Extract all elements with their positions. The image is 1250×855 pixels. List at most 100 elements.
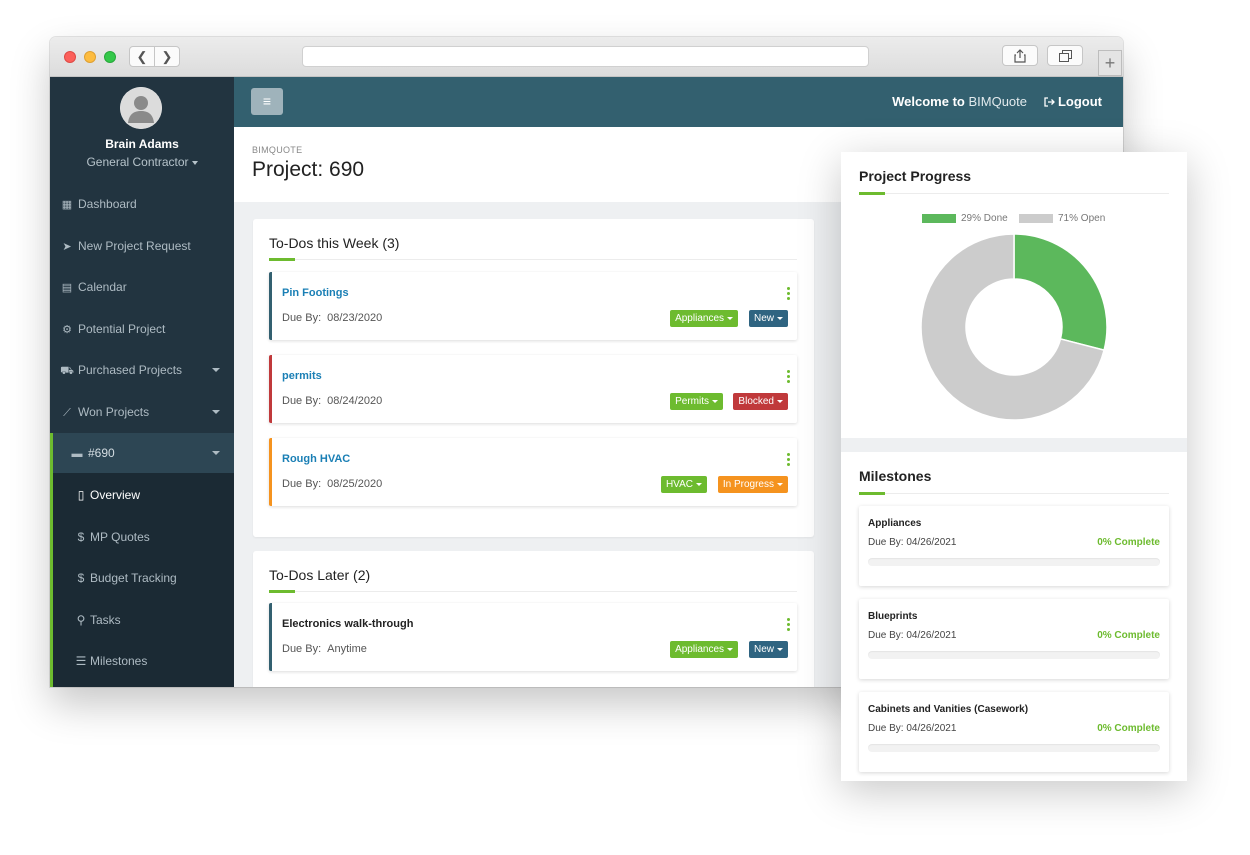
user-role-label: General Contractor bbox=[86, 155, 189, 169]
milestone-progress-bar bbox=[868, 651, 1160, 659]
minimize-window-button[interactable] bbox=[84, 51, 96, 63]
divider-accent bbox=[859, 192, 885, 195]
divider bbox=[859, 493, 1169, 494]
milestone-percent: 0% Complete bbox=[1097, 723, 1160, 734]
status-dropdown[interactable]: Blocked bbox=[733, 393, 788, 410]
sidebar-item-purchased-projects[interactable]: ⛟ Purchased Projects bbox=[50, 350, 234, 390]
project-submenu: ▯ Overview $ MP Quotes $ Budget Tracking ⚲ T… bbox=[50, 473, 234, 687]
category-dropdown[interactable]: Permits bbox=[670, 393, 723, 410]
category-dropdown[interactable]: HVAC bbox=[660, 476, 707, 493]
progress-donut-chart bbox=[920, 233, 1108, 421]
status-dropdown[interactable]: New bbox=[748, 641, 788, 658]
sliders-icon: ☰ bbox=[75, 654, 87, 668]
legend-item-open[interactable]: 71% Open bbox=[1019, 213, 1105, 225]
logout-label: Logout bbox=[1057, 94, 1102, 109]
forward-button[interactable]: ❯ bbox=[154, 46, 180, 67]
tabs-button[interactable] bbox=[1047, 45, 1083, 66]
milestone-card[interactable]: Cabinets and Vanities (Casework) Due By:… bbox=[859, 692, 1169, 772]
submenu-item-milestones[interactable]: ☰ Milestones bbox=[53, 641, 237, 681]
due-label: Due By: bbox=[282, 395, 322, 407]
category-dropdown[interactable]: Appliances bbox=[670, 641, 738, 658]
close-window-button[interactable] bbox=[64, 51, 76, 63]
milestone-title: Cabinets and Vanities (Casework) bbox=[868, 704, 1029, 715]
kebab-menu-icon[interactable] bbox=[787, 370, 790, 385]
rectangle-icon: ▯ bbox=[77, 488, 85, 502]
sidebar-item-label: Dashboard bbox=[78, 197, 137, 211]
logout-link[interactable]: Logout bbox=[1044, 94, 1102, 109]
plus-icon: + bbox=[1104, 53, 1116, 73]
sidebar-item-calendar[interactable]: ▤ Calendar bbox=[50, 267, 234, 307]
hamburger-icon: ≡ bbox=[262, 93, 272, 109]
submenu-item-overview[interactable]: ▯ Overview bbox=[53, 475, 237, 515]
new-tab-button[interactable]: + bbox=[1098, 50, 1122, 76]
status-dropdown[interactable]: In Progress bbox=[717, 476, 788, 493]
category-dropdown[interactable]: Appliances bbox=[670, 310, 738, 327]
page-title: Project: 690 bbox=[252, 158, 365, 181]
milestone-card[interactable]: Appliances Due By: 04/26/2021 0% Complet… bbox=[859, 506, 1169, 586]
sidebar-item-project-690[interactable]: ▬ #690 bbox=[50, 433, 234, 473]
kebab-menu-icon[interactable] bbox=[787, 287, 790, 302]
submenu-item-label: MP Quotes bbox=[90, 530, 150, 544]
todo-due: Due By: 08/24/2020 bbox=[282, 395, 382, 407]
todo-title-link[interactable]: permits bbox=[282, 370, 322, 382]
divider-accent bbox=[859, 492, 885, 495]
submenu-item-label: Budget Tracking bbox=[90, 571, 177, 585]
legend-label: 29% Done bbox=[961, 213, 1008, 224]
todo-title-link[interactable]: Pin Footings bbox=[282, 287, 349, 299]
kebab-menu-icon[interactable] bbox=[787, 453, 790, 468]
todo-item[interactable]: Electronics walk-through Due By: Anytime … bbox=[269, 603, 797, 671]
pushpin-icon: ⚲ bbox=[76, 613, 86, 627]
menu-toggle-button[interactable]: ≡ bbox=[251, 88, 283, 115]
sidebar-item-dashboard[interactable]: ▦ Dashboard bbox=[50, 184, 234, 224]
todo-item[interactable]: Pin Footings Due By: 08/23/2020 Appliance… bbox=[269, 272, 797, 340]
due-label: Due By: bbox=[282, 643, 322, 655]
caret-down-icon bbox=[191, 160, 198, 165]
submenu-item-mp-quotes[interactable]: $ MP Quotes bbox=[53, 517, 237, 557]
divider-accent bbox=[269, 590, 295, 593]
milestone-title: Blueprints bbox=[868, 611, 918, 622]
legend-swatch-open bbox=[1019, 213, 1053, 223]
kebab-menu-icon[interactable] bbox=[787, 618, 790, 633]
due-date: 08/23/2020 bbox=[327, 312, 383, 324]
avatar[interactable] bbox=[120, 87, 162, 129]
sidebar-item-potential-project[interactable]: ⚙ Potential Project bbox=[50, 309, 234, 349]
briefcase-icon: ▬ bbox=[71, 448, 83, 460]
milestone-title: Appliances bbox=[868, 518, 922, 529]
sidebar-item-label: Calendar bbox=[78, 280, 127, 294]
legend-label: 71% Open bbox=[1058, 213, 1106, 224]
todo-due: Due By: 08/25/2020 bbox=[282, 478, 382, 490]
user-role-dropdown[interactable]: General Contractor bbox=[50, 155, 234, 169]
todos-week-card: To-Dos this Week (3) Pin Footings Due By… bbox=[253, 219, 814, 537]
back-button[interactable]: ❮ bbox=[129, 46, 155, 67]
maximize-window-button[interactable] bbox=[104, 51, 116, 63]
todo-title-link[interactable]: Electronics walk-through bbox=[282, 618, 413, 630]
todo-title-link[interactable]: Rough HVAC bbox=[282, 453, 350, 465]
app-header: ≡ Welcome to BIMQuote Logout bbox=[234, 77, 1123, 127]
submenu-item-label: Tasks bbox=[90, 613, 121, 627]
submenu-item-budget-tracking[interactable]: $ Budget Tracking bbox=[53, 558, 237, 598]
milestone-card[interactable]: Blueprints Due By: 04/26/2021 0% Complet… bbox=[859, 599, 1169, 679]
dollar-icon: $ bbox=[77, 530, 85, 544]
status-dropdown[interactable]: New bbox=[748, 310, 788, 327]
sidebar-item-new-project-request[interactable]: ➤ New Project Request bbox=[50, 226, 234, 266]
todos-later-card: To-Dos Later (2) Electronics walk-throug… bbox=[253, 551, 814, 687]
card-title: To-Dos this Week (3) bbox=[269, 235, 400, 251]
breadcrumb[interactable]: BIMQUOTE bbox=[252, 145, 302, 155]
due-date: 08/25/2020 bbox=[327, 478, 383, 490]
caret-down-icon bbox=[212, 410, 220, 414]
todo-item[interactable]: Rough HVAC Due By: 08/25/2020 HVAC In Pro… bbox=[269, 438, 797, 506]
address-bar[interactable] bbox=[302, 46, 869, 67]
user-silhouette-icon bbox=[120, 87, 162, 129]
dollar-icon: $ bbox=[77, 571, 85, 585]
dashboard-icon: ▦ bbox=[61, 199, 73, 211]
todo-item[interactable]: permits Due By: 08/24/2020 Permits Blocke… bbox=[269, 355, 797, 423]
milestone-progress-bar bbox=[868, 744, 1160, 752]
submenu-item-tasks[interactable]: ⚲ Tasks bbox=[53, 600, 237, 640]
legend-item-done[interactable]: 29% Done bbox=[922, 213, 1008, 225]
browser-toolbar: ❮ ❯ bbox=[50, 37, 1123, 77]
sidebar-item-won-projects[interactable]: ⟋ Won Projects bbox=[50, 392, 234, 432]
donut-slice-done[interactable] bbox=[1013, 233, 1108, 352]
milestone-percent: 0% Complete bbox=[1097, 630, 1160, 641]
share-button[interactable] bbox=[1002, 45, 1038, 66]
sidebar-item-label: Potential Project bbox=[78, 322, 166, 336]
